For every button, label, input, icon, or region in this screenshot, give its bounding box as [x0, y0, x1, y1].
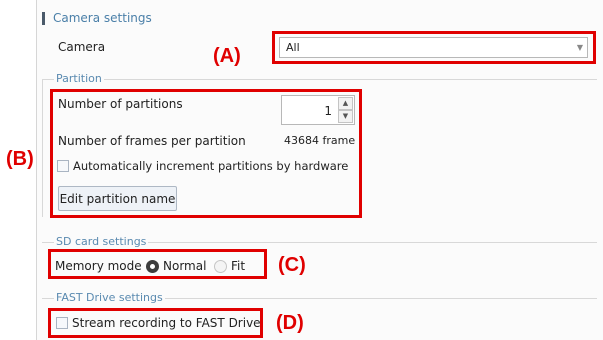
sd-card-title: SD card settings: [54, 235, 149, 248]
callout-c: (C): [278, 254, 306, 276]
highlight-box-b: [50, 89, 362, 218]
partition-title: Partition: [54, 72, 104, 85]
callout-b: (B): [6, 148, 34, 170]
highlight-box-c: [48, 249, 267, 279]
camera-settings-header: Camera settings: [42, 10, 152, 26]
partition-group-border: [42, 79, 597, 80]
fast-drive-title: FAST Drive settings: [54, 291, 165, 304]
partition-group-left-border: [42, 79, 43, 217]
highlight-box-d: [48, 308, 263, 338]
camera-label: Camera: [58, 40, 106, 54]
camera-settings-title: Camera settings: [53, 11, 152, 25]
callout-d: (D): [276, 312, 304, 334]
highlight-box-a: [272, 31, 596, 64]
callout-a: (A): [213, 45, 241, 67]
section-marker: [42, 11, 45, 25]
